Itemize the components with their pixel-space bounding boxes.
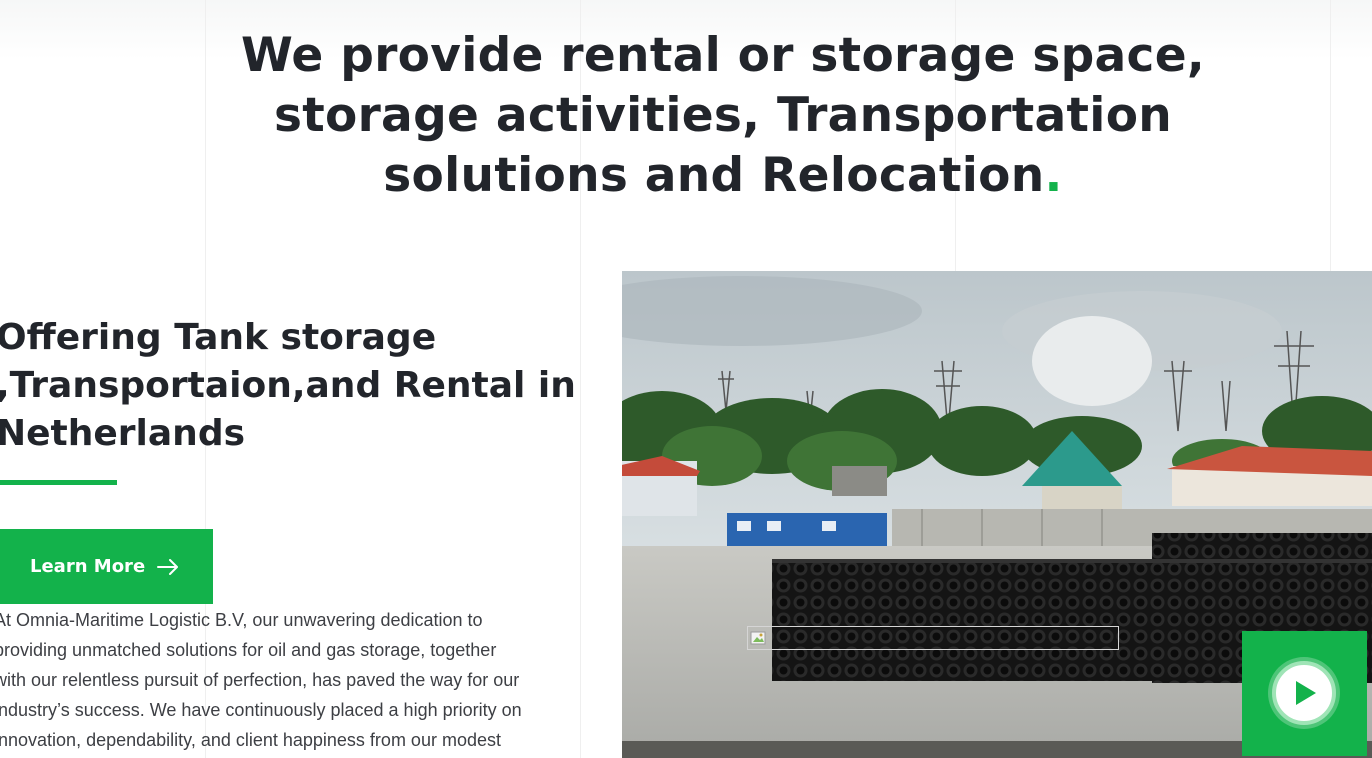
paragraph-line: industry’s success. We have continuously… <box>0 700 522 720</box>
paragraph-line: At Omnia-Maritime Logistic B.V, our unwa… <box>0 610 483 630</box>
section-title-line: Netherlands <box>0 413 246 454</box>
hero-heading-line: solutions and Relocation <box>383 148 1045 203</box>
about-paragraph: At Omnia-Maritime Logistic B.V, our unwa… <box>0 605 586 755</box>
section-title: Offering Tank storage ,Transportaion,and… <box>0 314 596 458</box>
section-title-line: ,Transportaion,and Rental in <box>0 365 576 406</box>
play-video-button[interactable] <box>1272 661 1336 725</box>
hero-heading-line: We provide rental or storage space, <box>240 28 1206 83</box>
paragraph-line: providing unmatched solutions for oil an… <box>0 640 497 660</box>
learn-more-label: Learn More <box>30 556 146 577</box>
hero-heading-line: storage activities, Transportation <box>273 88 1173 143</box>
section-title-line: Offering Tank storage <box>0 317 437 358</box>
arrow-right-icon <box>157 558 179 575</box>
video-embed-placeholder <box>747 626 1119 650</box>
hero-heading: We provide rental or storage space, stor… <box>210 26 1236 206</box>
learn-more-button[interactable]: Learn More <box>0 529 213 604</box>
paragraph-line: innovation, dependability, and client ha… <box>0 730 501 750</box>
title-underline <box>0 480 117 485</box>
heading-accent-dot: . <box>1044 148 1063 203</box>
broken-image-icon <box>750 631 766 645</box>
play-icon <box>1296 681 1316 705</box>
video-play-panel <box>1242 631 1367 756</box>
paragraph-line: with our relentless pursuit of perfectio… <box>0 670 520 690</box>
